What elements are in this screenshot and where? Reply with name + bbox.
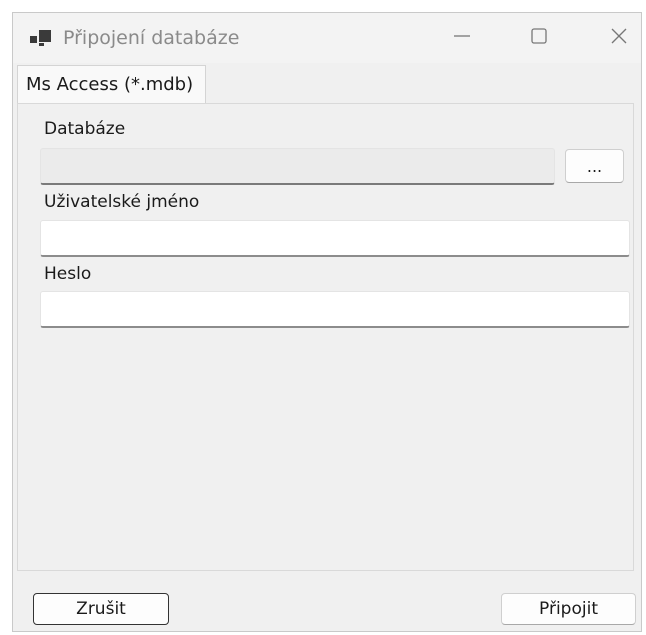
database-label: Databáze [44,119,126,139]
maximize-icon [529,26,549,50]
title-bar[interactable]: Připojení databáze [13,13,641,63]
browse-button[interactable]: ... [565,149,624,183]
password-field[interactable] [40,291,630,328]
password-label: Heslo [44,264,92,284]
cancel-button[interactable]: Zrušit [33,593,169,625]
cancel-button-label: Zrušit [76,599,126,619]
maximize-button[interactable] [522,23,556,53]
connect-button-label: Připojit [539,599,598,619]
tab-strip: Ms Access (*.mdb) [13,65,641,105]
tab-label: Ms Access (*.mdb) [26,74,194,95]
close-icon [609,26,629,50]
tab-ms-access[interactable]: Ms Access (*.mdb) [17,65,207,103]
database-path-field[interactable] [40,148,555,185]
close-button[interactable] [602,23,636,53]
connection-dialog: Připojení databáze Ms Access (*.mdb) Dat… [12,12,642,632]
username-field[interactable] [40,220,630,257]
browse-button-label: ... [586,156,603,176]
connect-button[interactable]: Připojit [501,593,636,625]
app-window-icon [30,29,52,47]
minimize-button[interactable] [445,23,479,53]
window-title: Připojení databáze [63,27,240,49]
minimize-icon [452,26,472,50]
username-label: Uživatelské jméno [44,192,200,212]
